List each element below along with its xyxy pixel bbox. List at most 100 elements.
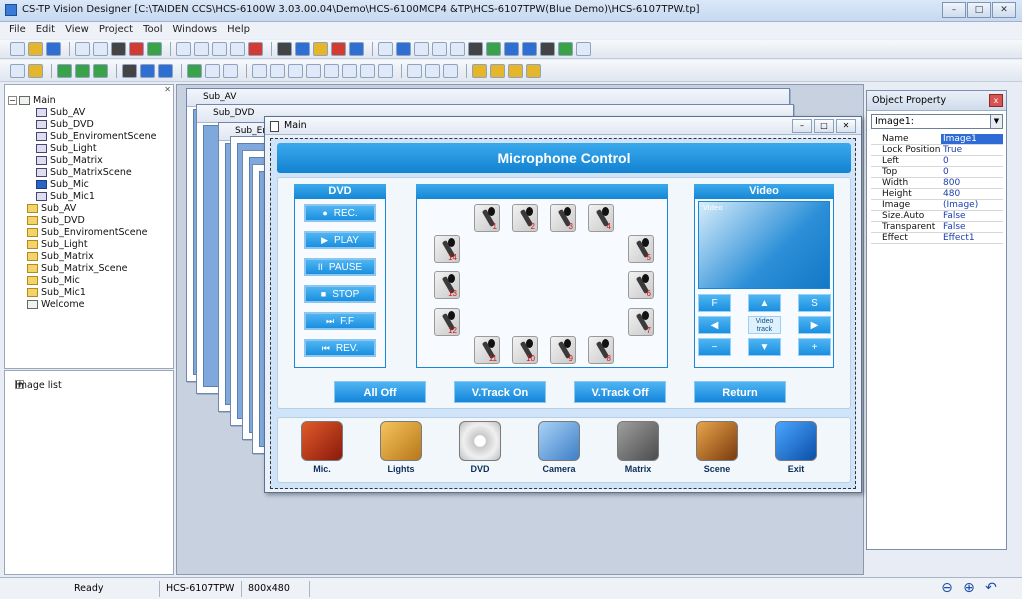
- font-icon[interactable]: [187, 63, 202, 78]
- align-center-icon[interactable]: [270, 63, 285, 78]
- tree-node-subpage[interactable]: Welcome: [27, 299, 84, 310]
- maximize-button[interactable]: □: [814, 119, 834, 133]
- panel-close-icon[interactable]: ✕: [164, 85, 171, 94]
- zoom-in-icon[interactable]: ⊕: [960, 579, 978, 597]
- open-icon[interactable]: [28, 42, 43, 56]
- lock-icon[interactable]: [277, 42, 292, 56]
- connector-tool-icon[interactable]: [576, 42, 591, 56]
- property-row[interactable]: Top 0: [871, 167, 1003, 178]
- tree-node-subpage[interactable]: Sub_Light: [27, 239, 88, 250]
- page-header[interactable]: Microphone Control: [277, 143, 851, 173]
- menu-tool[interactable]: Tool: [138, 22, 167, 39]
- menu-file[interactable]: File: [4, 22, 31, 39]
- mic-6-button[interactable]: 6: [628, 271, 654, 299]
- tree-tool-icon[interactable]: [540, 42, 555, 56]
- mic-10-button[interactable]: 10: [512, 336, 538, 364]
- dvd-rev-button[interactable]: ⏮ REV.: [304, 339, 376, 357]
- collapse-icon[interactable]: −: [8, 96, 17, 105]
- paste-icon[interactable]: [230, 42, 245, 56]
- color-fill-icon[interactable]: [158, 63, 173, 78]
- dvd-rec-button[interactable]: ● REC.: [304, 204, 376, 222]
- vtrack-off-button[interactable]: V.Track Off: [574, 381, 666, 403]
- nav-matrix-button[interactable]: Matrix: [608, 421, 668, 481]
- line-tool-icon[interactable]: [468, 42, 483, 56]
- save-icon[interactable]: [46, 42, 61, 56]
- property-row[interactable]: Left 0: [871, 156, 1003, 167]
- text-a-icon[interactable]: [205, 63, 220, 78]
- picture-tool-icon[interactable]: [486, 42, 501, 56]
- property-row[interactable]: Size.Auto False: [871, 211, 1003, 222]
- new-icon[interactable]: [10, 42, 25, 56]
- tree-node-subpage[interactable]: Sub_Mic1: [27, 287, 86, 298]
- same-size-icon[interactable]: [443, 63, 458, 78]
- tree-node-subpage[interactable]: Sub_Mic: [27, 275, 80, 286]
- video-preview[interactable]: Video: [698, 201, 830, 289]
- dvd-pause-button[interactable]: II PAUSE: [304, 258, 376, 276]
- align-group3-icon[interactable]: [93, 63, 108, 78]
- text-tool-icon[interactable]: [414, 42, 429, 56]
- copy-icon[interactable]: [194, 42, 209, 56]
- design-canvas[interactable]: Microphone Control DVD ● REC. ▶ PLAY II PAU…: [270, 138, 856, 489]
- button-tool-icon[interactable]: [504, 42, 519, 56]
- video-track-button[interactable]: Video track: [748, 316, 781, 334]
- tree-node-subpage[interactable]: Sub_DVD: [27, 215, 85, 226]
- menu-project[interactable]: Project: [94, 22, 138, 39]
- tree-node-subpage[interactable]: Sub_Matrix_Scene: [27, 263, 127, 274]
- menu-windows[interactable]: Windows: [168, 22, 223, 39]
- property-value[interactable]: 480: [941, 189, 1003, 199]
- align-middle-icon[interactable]: [324, 63, 339, 78]
- nav-lights-button[interactable]: Lights: [371, 421, 431, 481]
- align-left-icon[interactable]: [252, 63, 267, 78]
- menu-help[interactable]: Help: [222, 22, 255, 39]
- nav-camera-button[interactable]: Camera: [529, 421, 589, 481]
- page-icon[interactable]: [75, 42, 90, 56]
- property-value[interactable]: 0: [941, 156, 1003, 166]
- tree-node-child[interactable]: Sub_Light: [36, 143, 97, 154]
- mic-2-button[interactable]: 2: [512, 204, 538, 232]
- video-minus-button[interactable]: −: [698, 338, 731, 356]
- object-selector[interactable]: Image1: ▼: [871, 114, 1003, 129]
- close-button[interactable]: ✕: [992, 2, 1016, 18]
- tree-node-child[interactable]: Sub_AV: [36, 107, 85, 118]
- video-tool-icon[interactable]: [558, 42, 573, 56]
- print-icon[interactable]: [111, 42, 126, 56]
- color-blue-icon[interactable]: [140, 63, 155, 78]
- align-group-icon[interactable]: [57, 63, 72, 78]
- menu-view[interactable]: View: [60, 22, 94, 39]
- percent-icon[interactable]: [28, 63, 43, 78]
- id-icon[interactable]: [295, 42, 310, 56]
- same-height-icon[interactable]: [425, 63, 440, 78]
- tree-node-child[interactable]: Sub_EnviromentScene: [36, 131, 156, 142]
- cut-icon[interactable]: [212, 42, 227, 56]
- slider-tool-icon[interactable]: [522, 42, 537, 56]
- property-row[interactable]: Lock Position True: [871, 145, 1003, 156]
- property-row[interactable]: Width 800: [871, 178, 1003, 189]
- property-value[interactable]: Effect1: [941, 233, 1003, 243]
- property-value[interactable]: False: [941, 211, 1003, 221]
- video-up-button[interactable]: ▲: [748, 294, 781, 312]
- grid-icon[interactable]: [313, 42, 328, 56]
- align-bottom-icon[interactable]: [342, 63, 357, 78]
- video-f-button[interactable]: F: [698, 294, 731, 312]
- tree-node-child-selected[interactable]: Sub_Mic: [36, 179, 89, 190]
- minimize-button[interactable]: –: [942, 2, 966, 18]
- backward-icon[interactable]: [526, 63, 541, 78]
- tree-node-child[interactable]: Sub_DVD: [36, 119, 94, 130]
- download-icon[interactable]: [147, 42, 162, 56]
- mic-3-button[interactable]: 3: [550, 204, 576, 232]
- component-icon[interactable]: [349, 42, 364, 56]
- property-value[interactable]: Image1: [941, 134, 1003, 144]
- close-button[interactable]: ✕: [836, 119, 856, 133]
- forward-icon[interactable]: [508, 63, 523, 78]
- property-row[interactable]: Name Image1: [871, 134, 1003, 145]
- frame-tool-icon[interactable]: [432, 42, 447, 56]
- mic-1-button[interactable]: 1: [474, 204, 500, 232]
- align-top-icon[interactable]: [306, 63, 321, 78]
- mic-8-button[interactable]: 8: [588, 336, 614, 364]
- mic-7-button[interactable]: 7: [628, 308, 654, 336]
- tree-node-child[interactable]: Sub_MatrixScene: [36, 167, 132, 178]
- menu-edit[interactable]: Edit: [31, 22, 60, 39]
- property-row[interactable]: Effect Effect1: [871, 233, 1003, 244]
- mic-13-button[interactable]: 13: [434, 271, 460, 299]
- video-left-button[interactable]: ◀: [698, 316, 731, 334]
